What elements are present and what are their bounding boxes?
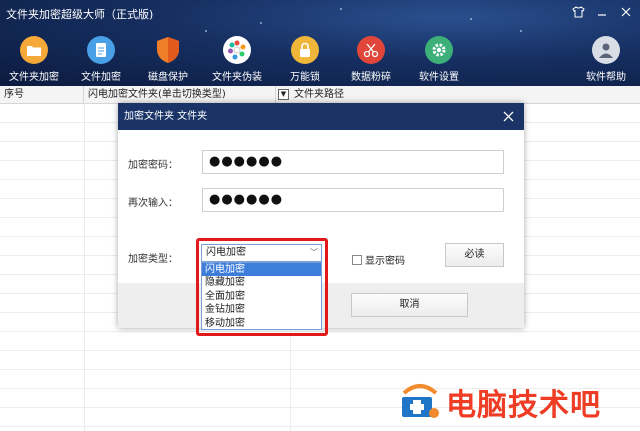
title-toolbar-area: 文件夹加密超级大师（正式版) 文件夹加密 文件加密 磁盘保护 文件夹伪装 万能锁… <box>0 0 640 86</box>
dialog-titlebar: 加密文件夹 文件夹 <box>118 103 524 130</box>
document-icon <box>87 36 115 64</box>
toolbar-settings[interactable]: 软件设置 <box>405 36 473 83</box>
toolbar-folder-encrypt[interactable]: 文件夹加密 <box>0 36 68 83</box>
minimize-button[interactable] <box>594 4 610 20</box>
close-icon <box>503 111 513 122</box>
checkbox-box[interactable] <box>352 254 362 265</box>
scissors-icon <box>357 36 385 64</box>
toolbar-folder-disguise[interactable]: 文件夹伪装 <box>203 36 271 83</box>
user-icon <box>592 36 620 64</box>
main-toolbar: 文件夹加密 文件加密 磁盘保护 文件夹伪装 万能锁 数据粉碎 软件设置 软件帮助 <box>0 36 640 84</box>
read-me-button[interactable]: 必读 <box>445 243 504 267</box>
dialog-close-button[interactable] <box>500 103 516 130</box>
toolbar-help[interactable]: 软件帮助 <box>572 36 640 83</box>
star-decoration <box>340 8 342 10</box>
confirm-password-label: 再次输入： <box>128 198 178 209</box>
close-button[interactable] <box>618 4 634 20</box>
folder-icon <box>20 36 48 64</box>
confirm-password-input[interactable]: ●●●●●● <box>202 188 504 212</box>
minimize-icon <box>598 14 606 16</box>
pie-icon <box>223 36 251 64</box>
toolbar-file-encrypt[interactable]: 文件加密 <box>67 36 135 83</box>
toolbar-label: 文件夹加密 <box>9 72 59 83</box>
window-controls <box>570 4 634 20</box>
column-header-type[interactable]: 闪电加密文件夹(单击切换类型) <box>84 86 276 104</box>
red-highlight-box <box>196 238 328 336</box>
close-icon <box>621 7 631 17</box>
type-dropdown-arrow[interactable]: ▼ <box>278 89 289 100</box>
toolbar-data-shred[interactable]: 数据粉碎 <box>337 36 405 83</box>
app-title: 文件夹加密超级大师（正式版) <box>6 8 154 21</box>
toolbar-label: 数据粉碎 <box>351 72 391 83</box>
toolbar-label: 软件帮助 <box>586 72 626 83</box>
column-header-path[interactable]: 文件夹路径 <box>290 86 640 104</box>
encrypt-type-label: 加密类型： <box>128 254 178 265</box>
star-decoration <box>260 22 262 24</box>
watermark: 电脑技术吧 <box>398 380 601 424</box>
cancel-button[interactable]: 取消 <box>351 293 468 317</box>
dialog-title: 加密文件夹 文件夹 <box>124 111 208 122</box>
password-label: 加密密码： <box>128 160 178 171</box>
toolbar-label: 软件设置 <box>419 72 459 83</box>
password-input[interactable]: ●●●●●● <box>202 150 504 174</box>
lock-icon <box>291 36 319 64</box>
toolbar-label: 磁盘保护 <box>148 72 188 83</box>
column-header-index[interactable]: 序号 <box>0 86 84 104</box>
skin-button[interactable] <box>570 4 586 20</box>
toolbar-label: 文件夹伪装 <box>212 72 262 83</box>
gear-icon <box>425 36 453 64</box>
column-divider <box>84 104 85 431</box>
star-decoration <box>205 30 207 32</box>
toolbar-disk-protect[interactable]: 磁盘保护 <box>134 36 202 83</box>
file-table-header: 序号 闪电加密文件夹(单击切换类型) ▼ 文件夹路径 <box>0 86 640 104</box>
toolbar-label: 文件加密 <box>81 72 121 83</box>
tshirt-icon <box>571 6 585 18</box>
star-decoration <box>470 18 472 20</box>
toolbar-universal-lock[interactable]: 万能锁 <box>271 36 339 83</box>
show-password-label: 显示密码 <box>365 256 405 267</box>
toolbar-label: 万能锁 <box>290 72 320 83</box>
show-password-checkbox[interactable]: 显示密码 <box>352 252 405 267</box>
watermark-text: 电脑技术吧 <box>446 388 601 423</box>
table-row <box>0 351 640 370</box>
shield-icon <box>154 36 182 64</box>
star-decoration <box>520 30 522 32</box>
watermark-logo-icon <box>402 384 439 418</box>
